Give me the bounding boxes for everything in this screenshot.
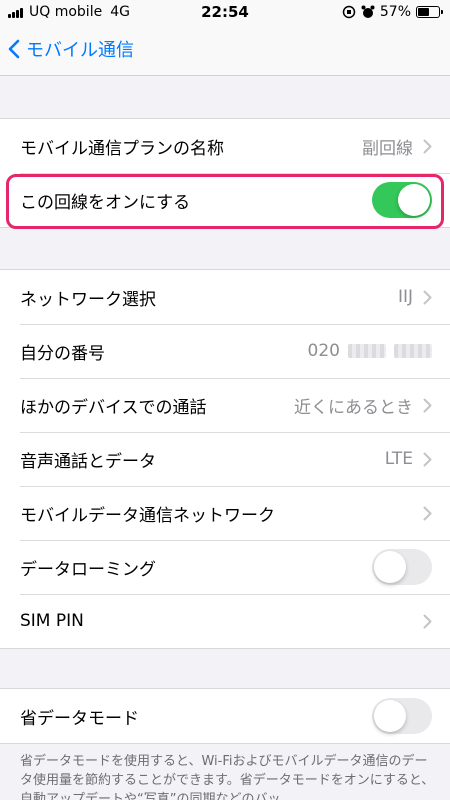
mobile-data-network-label: モバイルデータ通信ネットワーク [20,505,275,526]
line-on-toggle[interactable] [372,182,432,218]
data-roaming-row: データローミング [0,540,450,594]
network-selection-label: ネットワーク選択 [20,289,156,310]
chevron-right-icon [423,398,432,412]
network-selection-row[interactable]: ネットワーク選択 IIJ [0,270,450,324]
sim-pin-row[interactable]: SIM PIN [0,594,450,648]
other-devices-calls-row[interactable]: ほかのデバイスでの通話 近くにあるとき [0,378,450,432]
chevron-right-icon [423,139,432,153]
orientation-lock-icon [342,5,356,19]
chevron-right-icon [423,506,432,520]
low-data-mode-group: 省データモード [0,688,450,744]
voice-data-value: LTE [384,449,413,469]
low-data-mode-label: 省データモード [20,708,139,729]
chevron-right-icon [423,290,432,304]
chevron-left-icon [8,39,20,59]
status-bar: UQ mobile 4G 22:54 57% [0,0,450,24]
my-number-label: 自分の番号 [20,343,105,364]
line-settings-group: モバイル通信プランの名称 副回線 この回線をオンにする [0,118,450,228]
voice-data-label: 音声通話とデータ [20,451,156,472]
back-button-label: モバイル通信 [26,40,134,61]
line-on-label: この回線をオンにする [20,192,191,213]
chevron-right-icon [423,614,432,628]
other-devices-calls-value: 近くにあるとき [294,397,413,418]
redacted-digits [348,344,386,358]
alarm-icon [361,5,375,18]
low-data-mode-toggle[interactable] [372,698,432,734]
my-number-value: 020 [308,341,432,361]
battery-icon [416,6,443,18]
network-settings-group: ネットワーク選択 IIJ 自分の番号 020 ほかのデバイスでの通話 近くにある… [0,269,450,649]
battery-percent: 57% [379,4,411,20]
plan-name-label: モバイル通信プランの名称 [20,138,224,159]
back-button[interactable]: モバイル通信 [8,36,134,62]
data-roaming-toggle[interactable] [372,549,432,585]
data-roaming-label: データローミング [20,559,156,580]
battery-level-fill [418,8,430,16]
redacted-digits [394,344,432,358]
other-devices-calls-label: ほかのデバイスでの通話 [20,397,207,418]
navigation-bar: モバイル通信 [0,24,450,76]
my-number-row: 自分の番号 020 [0,324,450,378]
chevron-right-icon [423,452,432,466]
voice-data-row[interactable]: 音声通話とデータ LTE [0,432,450,486]
low-data-mode-row: 省データモード [0,689,450,743]
network-selection-value: IIJ [397,287,413,307]
low-data-mode-description: 省データモードを使用すると、Wi-Fiおよびモバイルデータ通信のデータ使用量を節… [20,754,435,800]
plan-name-value: 副回線 [362,138,413,159]
line-on-row: この回線をオンにする [0,173,450,227]
mobile-data-network-row[interactable]: モバイルデータ通信ネットワーク [0,486,450,540]
plan-name-row[interactable]: モバイル通信プランの名称 副回線 [0,119,450,173]
sim-pin-label: SIM PIN [20,611,84,631]
